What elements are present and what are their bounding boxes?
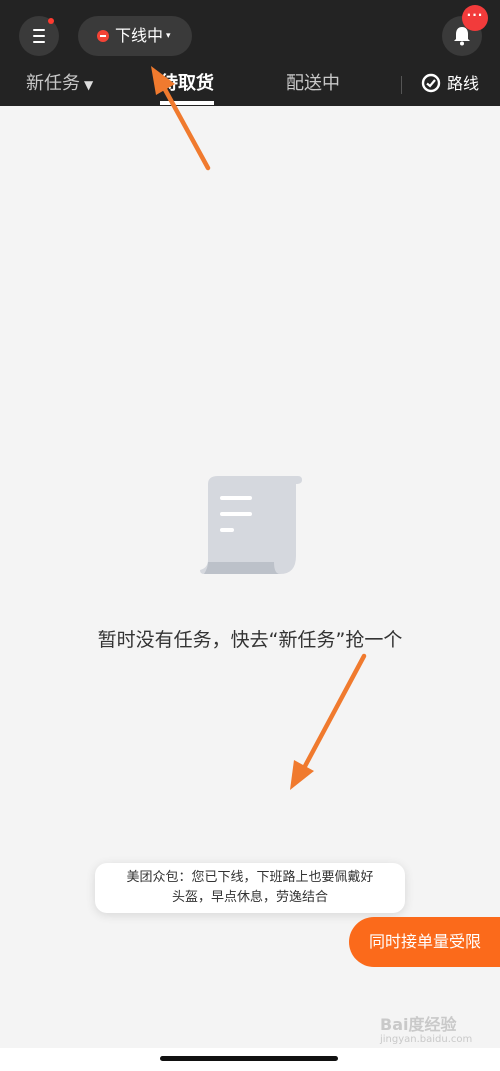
order-limit-button[interactable]: 同时接单量受限: [349, 917, 500, 967]
divider: [401, 76, 402, 94]
empty-state-message: 暂时没有任务，快去“新任务”抢一个: [97, 629, 403, 651]
watermark-main: Bai度经验: [380, 1015, 457, 1034]
active-tab-indicator: [160, 101, 214, 105]
menu-button[interactable]: [19, 16, 59, 56]
empty-document-icon: [200, 476, 302, 574]
menu-icon: [33, 29, 45, 43]
watermark-sub: jingyan.baidu.com: [380, 1034, 473, 1045]
offline-status-icon: [97, 30, 109, 42]
notification-dot: [48, 18, 54, 24]
unread-badge: ···: [462, 5, 488, 31]
tab-delivering[interactable]: 配送中: [286, 68, 340, 100]
tab-label: 待取货: [160, 73, 214, 94]
tab-pending-pickup[interactable]: 待取货: [160, 68, 214, 100]
baidu-watermark: Bai度经验 jingyan.baidu.com: [380, 1016, 495, 1046]
toast-line-1: 美团众包：您已下线，下班路上也要佩戴好: [126, 870, 374, 885]
tab-new-tasks[interactable]: 新任务 ▼: [26, 68, 93, 100]
chevron-down-icon: ▾: [166, 31, 171, 41]
toast-line-2: 头盔，早点休息，劳逸结合: [171, 890, 328, 905]
home-indicator[interactable]: [160, 1056, 338, 1061]
tab-label: 新任务: [26, 73, 80, 94]
top-bar: 下线中 ▾ ··· 新任务 ▼ 待取货 配送中 路线: [0, 0, 500, 106]
route-icon: [421, 73, 441, 93]
status-toggle[interactable]: 下线中 ▾: [78, 16, 192, 56]
status-label: 下线中: [115, 26, 164, 45]
filter-icon[interactable]: ▼: [84, 78, 93, 92]
offline-toast: 美团众包：您已下线，下班路上也要佩戴好 头盔，早点休息，劳逸结合: [95, 863, 405, 913]
tab-label: 配送中: [286, 73, 340, 94]
route-label: 路线: [447, 74, 480, 93]
